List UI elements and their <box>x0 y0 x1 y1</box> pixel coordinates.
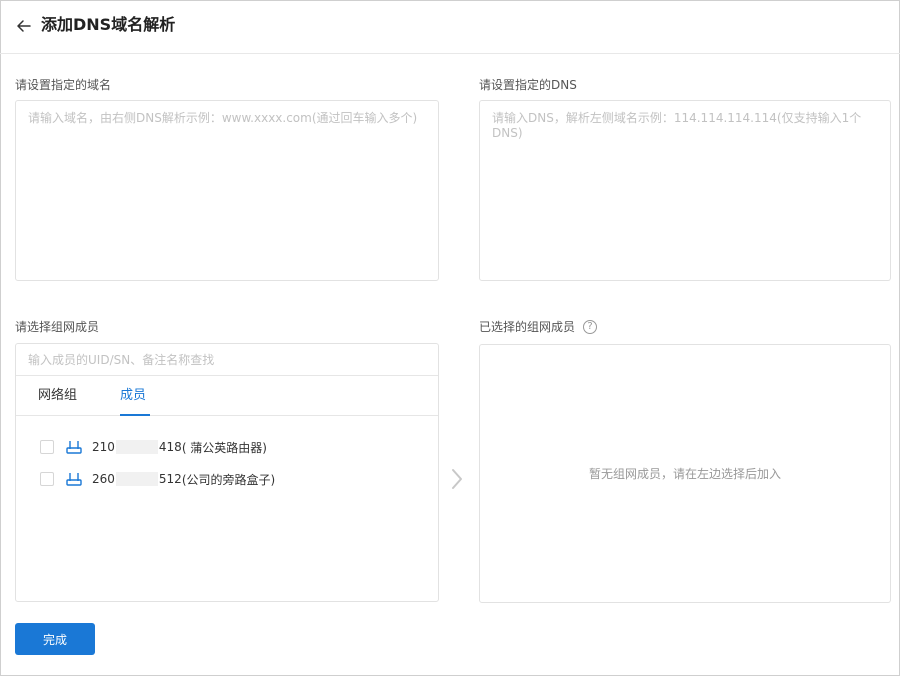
router-icon <box>66 473 82 486</box>
masked-id <box>115 440 158 454</box>
router-icon <box>66 441 82 454</box>
active-tab-indicator <box>120 414 150 416</box>
member-checkbox[interactable] <box>40 472 54 486</box>
domain-textarea[interactable] <box>15 100 439 281</box>
dns-label: 请设置指定的DNS <box>479 78 577 92</box>
selected-members-panel: 暂无组网成员，请在左边选择后加入 <box>479 344 891 603</box>
member-id-prefix: 210 <box>92 440 115 454</box>
dns-textarea[interactable] <box>479 100 891 281</box>
domain-label: 请设置指定的域名 <box>15 78 112 92</box>
member-note: ( 蒲公英路由器) <box>181 440 267 455</box>
member-select-panel: 网络组 成员 210 418 ( 蒲公英路由器) 260 512 (公司的旁路盒… <box>15 343 439 602</box>
member-checkbox[interactable] <box>40 440 54 454</box>
page-title: 添加DNS域名解析 <box>41 15 176 34</box>
help-icon[interactable]: ? <box>583 320 597 334</box>
page-header: 添加DNS域名解析 <box>0 0 900 54</box>
tab-members[interactable]: 成员 <box>120 387 146 405</box>
member-note: (公司的旁路盒子) <box>181 472 276 487</box>
list-item[interactable]: 210 418 ( 蒲公英路由器) <box>40 437 267 457</box>
member-select-label: 请选择组网成员 <box>15 320 100 334</box>
member-tabs: 网络组 成员 <box>16 377 438 416</box>
tab-network-group[interactable]: 网络组 <box>38 387 77 405</box>
selected-members-label: 已选择的组网成员 <box>479 320 576 334</box>
empty-state-text: 暂无组网成员，请在左边选择后加入 <box>588 467 781 481</box>
done-button[interactable]: 完成 <box>15 623 95 655</box>
member-id-suffix: 512 <box>158 472 182 486</box>
member-id-suffix: 418 <box>158 440 182 454</box>
member-id-prefix: 260 <box>92 472 115 486</box>
list-item[interactable]: 260 512 (公司的旁路盒子) <box>40 469 275 489</box>
back-arrow-icon[interactable] <box>14 16 34 36</box>
masked-id <box>115 472 158 486</box>
member-search-input[interactable] <box>16 344 438 376</box>
chevron-right-icon[interactable] <box>449 466 465 492</box>
